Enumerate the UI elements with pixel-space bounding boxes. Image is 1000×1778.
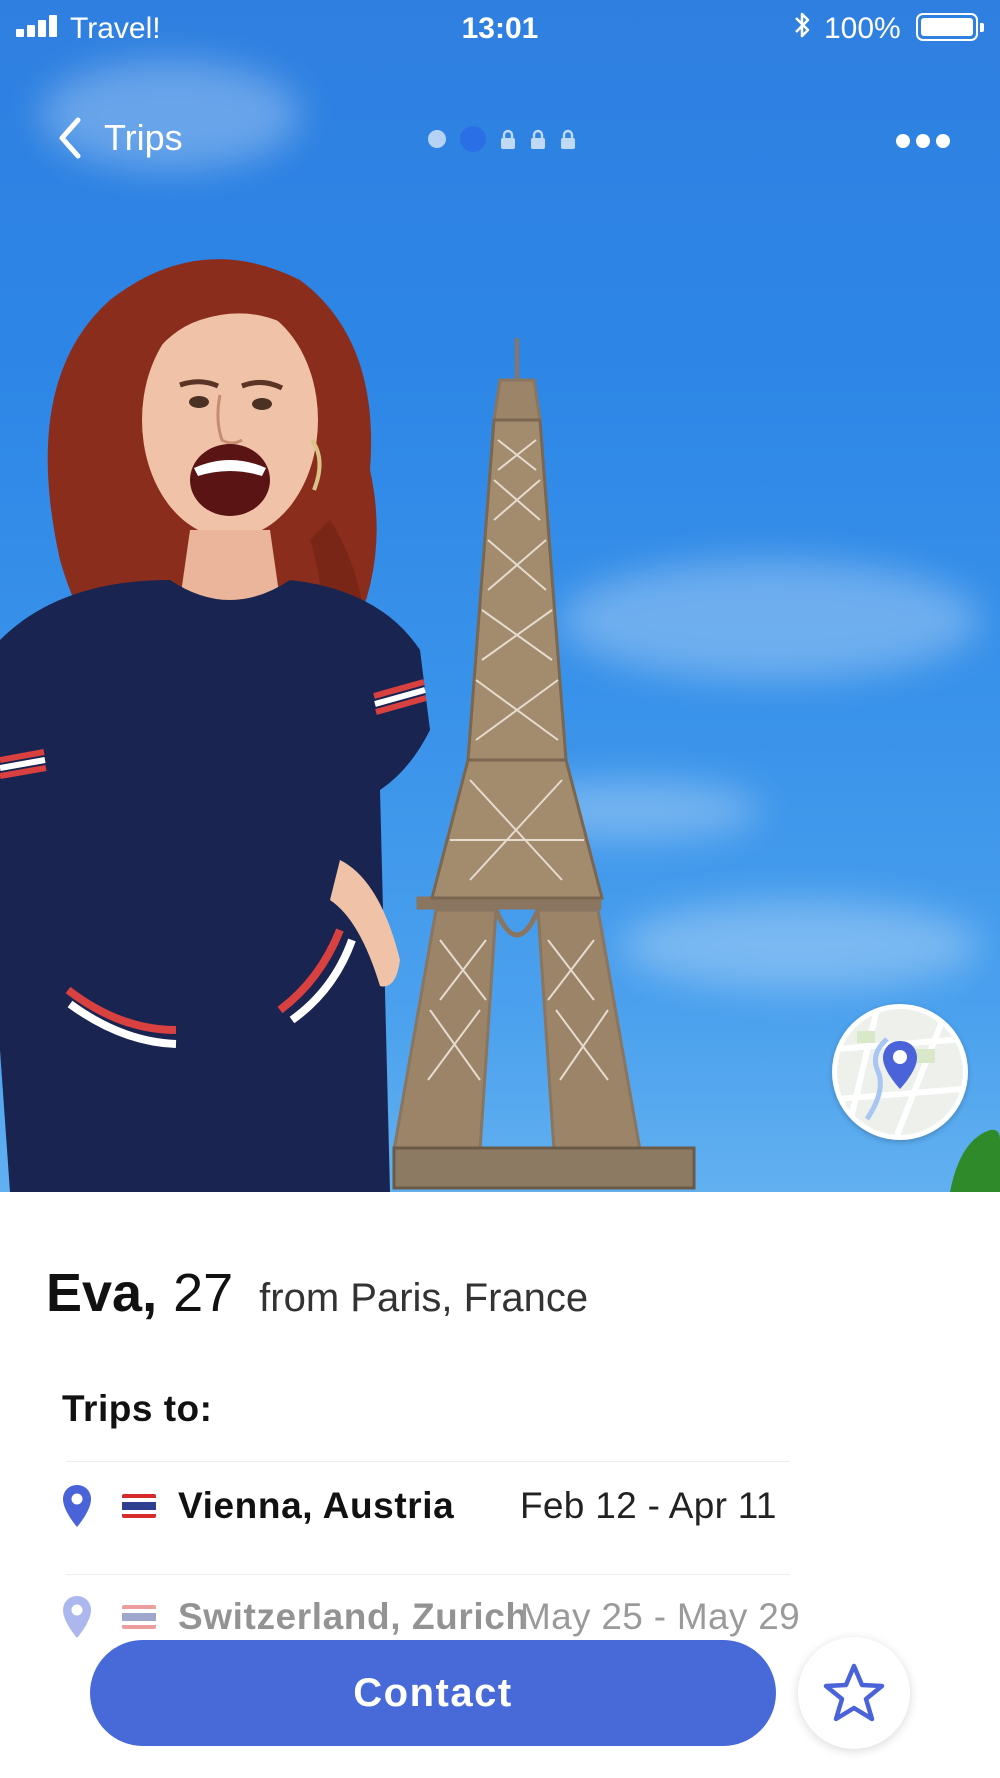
star-icon [823, 1663, 885, 1722]
location-pin-icon [63, 1485, 91, 1527]
back-button[interactable]: Trips [56, 116, 183, 160]
more-dot [936, 134, 950, 148]
location-pin-icon [63, 1596, 91, 1638]
trip-item[interactable]: Vienna, Austria Feb 12 - Apr 11 [62, 1466, 862, 1546]
favorite-button[interactable] [798, 1637, 910, 1749]
trips-heading: Trips to: [62, 1388, 213, 1429]
map-pin-icon [837, 1009, 963, 1135]
more-dot [896, 134, 910, 148]
contact-button[interactable]: Contact [90, 1640, 776, 1746]
map-button[interactable] [832, 1004, 968, 1140]
flag-icon [122, 1494, 156, 1518]
flag-icon [122, 1605, 156, 1629]
more-dot [916, 134, 930, 148]
battery-icon [916, 13, 984, 41]
divider [66, 1574, 790, 1575]
pager-dot-active[interactable] [460, 126, 486, 152]
photo-scene [0, 259, 1000, 1192]
lock-icon [561, 129, 575, 149]
profile-name: Eva, [46, 1263, 158, 1323]
pager-dot[interactable] [428, 130, 446, 148]
trip-dates: Feb 12 - Apr 11 [520, 1485, 777, 1526]
bluetooth-icon [792, 10, 812, 48]
lock-icon [501, 129, 515, 149]
trip-destination: Switzerland, Zurich [178, 1596, 529, 1637]
divider [66, 1461, 790, 1462]
trip-destination: Vienna, Austria [178, 1485, 455, 1526]
chevron-left-icon [59, 117, 81, 159]
profile-age: 27 [173, 1263, 234, 1323]
eiffel-tower [392, 338, 696, 1190]
trip-dates: May 25 - May 29 [520, 1596, 801, 1637]
profile-header: Eva, 27 from Paris, France [46, 1262, 588, 1324]
profile-photo[interactable] [0, 0, 1000, 1192]
battery-percentage: 100% [824, 12, 901, 45]
more-options-button[interactable] [896, 134, 950, 148]
back-label: Trips [104, 117, 183, 158]
status-bar: Travel! 13:01 100% [0, 0, 1000, 56]
photo-pager[interactable] [428, 126, 576, 152]
person [0, 259, 430, 1192]
lock-icon [531, 129, 545, 149]
profile-origin: from Paris, France [259, 1276, 589, 1320]
